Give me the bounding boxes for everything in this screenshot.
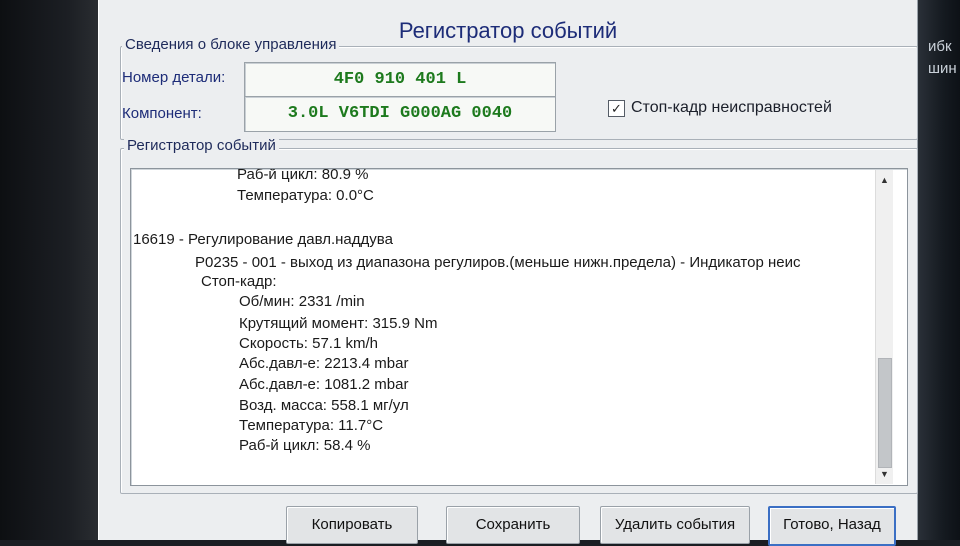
background-text-line: шин — [928, 60, 957, 77]
checkmark-icon: ✓ — [611, 100, 622, 116]
part-number-label: Номер детали: — [122, 69, 226, 86]
event-log-textarea[interactable]: Раб-й цикл: 80.9 % Температура: 0.0°C 16… — [130, 168, 908, 486]
part-number-field: 4F0 910 401 L — [244, 62, 556, 98]
done-back-button[interactable]: Готово, Назад — [768, 506, 896, 546]
log-line: Скорость: 57.1 km/h — [239, 335, 378, 352]
freeze-frame-checkbox[interactable]: ✓ — [608, 99, 625, 117]
background-text-line: ибк — [928, 38, 952, 55]
log-line: Раб-й цикл: 80.9 % — [237, 168, 369, 183]
log-line: Температура: 0.0°C — [237, 187, 374, 204]
log-line: Раб-й цикл: 58.4 % — [239, 437, 371, 454]
component-label: Компонент: — [122, 105, 202, 122]
scroll-up-arrow-icon[interactable]: ▲ — [876, 172, 893, 189]
background-left — [0, 0, 98, 540]
scroll-thumb[interactable] — [878, 358, 892, 468]
save-button[interactable]: Сохранить — [446, 506, 580, 544]
log-line: Стоп-кадр: — [201, 273, 277, 290]
log-line: Температура: 11.7°C — [239, 417, 384, 434]
copy-button[interactable]: Копировать — [286, 506, 418, 544]
event-log-group-label: Регистратор событий — [124, 137, 279, 154]
log-line: Крутящий момент: 315.9 Nm — [239, 315, 438, 332]
log-line: Абс.давл-е: 1081.2 mbar — [239, 376, 409, 393]
component-field: 3.0L V6TDI G000AG 0040 — [244, 96, 556, 132]
delete-events-button[interactable]: Удалить события — [600, 506, 750, 544]
control-unit-group-label: Сведения о блоке управления — [122, 36, 340, 53]
freeze-frame-option[interactable]: ✓ Стоп-кадр неисправностей — [608, 99, 832, 117]
freeze-frame-label: Стоп-кадр неисправностей — [631, 99, 832, 116]
log-line: 16619 - Регулирование давл.наддува — [133, 231, 393, 248]
background-window-text: ибк шин — [928, 36, 960, 80]
background-right — [918, 0, 960, 540]
log-line: Абс.давл-е: 2213.4 mbar — [239, 355, 409, 372]
event-recorder-dialog: Регистратор событий Сведения о блоке упр… — [98, 0, 918, 546]
scroll-down-arrow-icon[interactable]: ▼ — [876, 466, 893, 483]
log-line: Об/мин: 2331 /min — [239, 293, 365, 310]
log-scrollbar[interactable]: ▲ ▼ — [875, 170, 893, 484]
log-line: P0235 - 001 - выход из диапазона регулир… — [195, 254, 801, 271]
log-line: Возд. масса: 558.1 мг/ул — [239, 397, 409, 414]
